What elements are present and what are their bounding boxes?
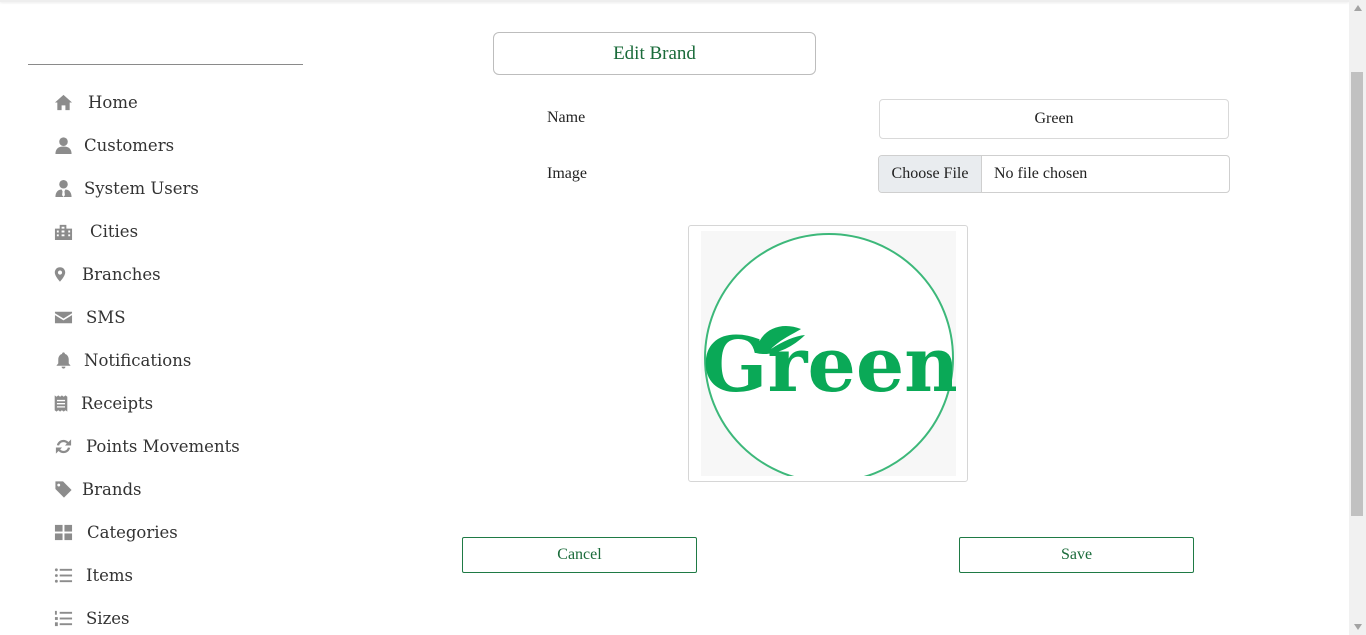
sidebar-item-label: System Users	[84, 178, 199, 198]
user-tie-icon	[52, 177, 74, 199]
sidebar-item-receipts[interactable]: Receipts	[52, 388, 153, 418]
vertical-scrollbar[interactable]	[1349, 0, 1366, 635]
sidebar-item-label: SMS	[86, 307, 126, 327]
choose-file-button[interactable]: Choose File	[879, 156, 982, 192]
sidebar-item-label: Points Movements	[86, 436, 240, 456]
sidebar-item-home[interactable]: Home	[52, 87, 138, 117]
sidebar-item-brands[interactable]: Brands	[52, 474, 142, 504]
sidebar-item-label: Customers	[84, 135, 175, 155]
sidebar-item-label: Sizes	[86, 608, 130, 628]
list-ol-icon	[52, 607, 74, 629]
name-input[interactable]	[879, 99, 1229, 139]
name-label: Name	[547, 109, 586, 126]
image-file-input[interactable]: Choose File No file chosen	[878, 155, 1230, 193]
page-title: Edit Brand	[493, 32, 816, 75]
brand-image-preview: Green	[688, 225, 968, 483]
sidebar-item-label: Branches	[82, 264, 161, 284]
sidebar-item-label: Notifications	[84, 350, 192, 370]
scrollbar-thumb[interactable]	[1351, 72, 1363, 516]
receipt-icon	[52, 392, 70, 414]
sidebar-item-system-users[interactable]: System Users	[52, 173, 199, 203]
brand-logo-image: Green	[702, 233, 959, 483]
list-icon	[52, 564, 74, 586]
sidebar-item-label: Home	[88, 92, 138, 112]
brand-logo: Green	[700, 231, 959, 483]
cancel-button[interactable]: Cancel	[462, 537, 697, 573]
save-button[interactable]: Save	[959, 537, 1194, 573]
tag-icon	[52, 478, 74, 500]
home-icon	[52, 91, 74, 113]
sidebar-item-branches[interactable]: Branches	[52, 259, 161, 289]
refresh-icon	[52, 435, 74, 457]
sidebar-item-customers[interactable]: Customers	[52, 130, 174, 160]
user-icon	[52, 134, 74, 156]
sidebar-item-notifications[interactable]: Notifications	[52, 345, 191, 375]
sidebar-item-label: Receipts	[81, 393, 154, 413]
sidebar-item-sizes[interactable]: Sizes	[52, 603, 130, 633]
sidebar-item-label: Categories	[87, 522, 178, 542]
sidebar-divider	[28, 64, 303, 65]
sidebar-item-points-movements[interactable]: Points Movements	[52, 431, 240, 461]
scroll-up-arrow-icon[interactable]	[1349, 0, 1366, 16]
sidebar-item-items[interactable]: Items	[52, 560, 133, 590]
sidebar: Home Customers System Users Cities Branc…	[0, 0, 330, 635]
file-status: No file chosen	[994, 165, 1088, 182]
image-label: Image	[547, 165, 587, 182]
building-icon	[52, 220, 74, 242]
scroll-down-arrow-icon[interactable]	[1349, 619, 1366, 635]
map-marker-icon	[52, 263, 68, 285]
sidebar-item-cities[interactable]: Cities	[52, 216, 138, 246]
brand-logo-text: Green	[702, 320, 955, 409]
envelope-icon	[52, 306, 74, 328]
sidebar-item-label: Items	[86, 565, 134, 585]
sidebar-item-categories[interactable]: Categories	[52, 517, 178, 547]
bell-icon	[52, 349, 74, 371]
sidebar-item-label: Cities	[90, 221, 139, 241]
sidebar-item-sms[interactable]: SMS	[52, 302, 126, 332]
grid-icon	[52, 521, 74, 543]
sidebar-item-label: Brands	[82, 479, 142, 499]
